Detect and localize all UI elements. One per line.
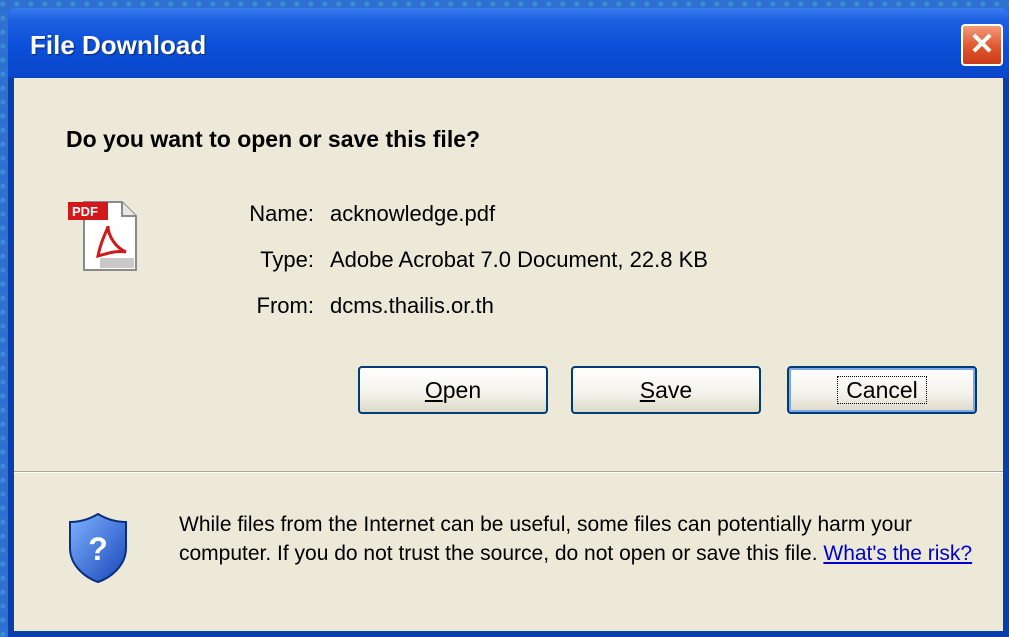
- warning-text: While files from the Internet can be use…: [179, 513, 913, 565]
- save-label-rest: ave: [655, 377, 693, 403]
- svg-text:?: ?: [88, 531, 108, 567]
- file-info-labels: Name: Type: From:: [214, 196, 314, 334]
- pdf-file-icon: PDF: [68, 201, 137, 271]
- open-accelerator: O: [424, 377, 443, 403]
- save-accelerator: S: [639, 377, 656, 403]
- file-info-values: acknowledge.pdf Adobe Acrobat 7.0 Docume…: [330, 196, 708, 334]
- window-title: File Download: [30, 30, 207, 60]
- file-type-value: Adobe Acrobat 7.0 Document, 22.8 KB: [330, 247, 708, 272]
- title-bar[interactable]: File Download ✕: [8, 8, 1009, 78]
- shield-question-icon: ?: [69, 512, 127, 584]
- file-source-value: dcms.thailis.or.th: [330, 293, 494, 318]
- dialog-question: Do you want to open or save this file?: [66, 126, 481, 152]
- close-icon: ✕: [969, 28, 995, 61]
- file-download-window: File Download ✕ Do you want to open or s…: [8, 8, 1009, 637]
- cancel-button[interactable]: Cancel: [787, 366, 977, 414]
- type-label: Type:: [260, 247, 314, 272]
- save-button[interactable]: Save: [571, 366, 761, 414]
- open-label-rest: pen: [442, 377, 482, 403]
- dialog-body: Do you want to open or save this file? P…: [14, 78, 1003, 631]
- security-warning: While files from the Internet can be use…: [179, 510, 979, 568]
- file-name-value: acknowledge.pdf: [330, 201, 496, 226]
- cancel-label: Cancel: [837, 376, 927, 404]
- close-button[interactable]: ✕: [961, 24, 1003, 66]
- from-label: From:: [256, 293, 314, 318]
- svg-text:PDF: PDF: [72, 204, 98, 219]
- section-divider: [14, 471, 1003, 473]
- name-label: Name:: [249, 201, 314, 226]
- whats-the-risk-link[interactable]: What's the risk?: [823, 542, 972, 565]
- open-button[interactable]: Open: [358, 366, 548, 414]
